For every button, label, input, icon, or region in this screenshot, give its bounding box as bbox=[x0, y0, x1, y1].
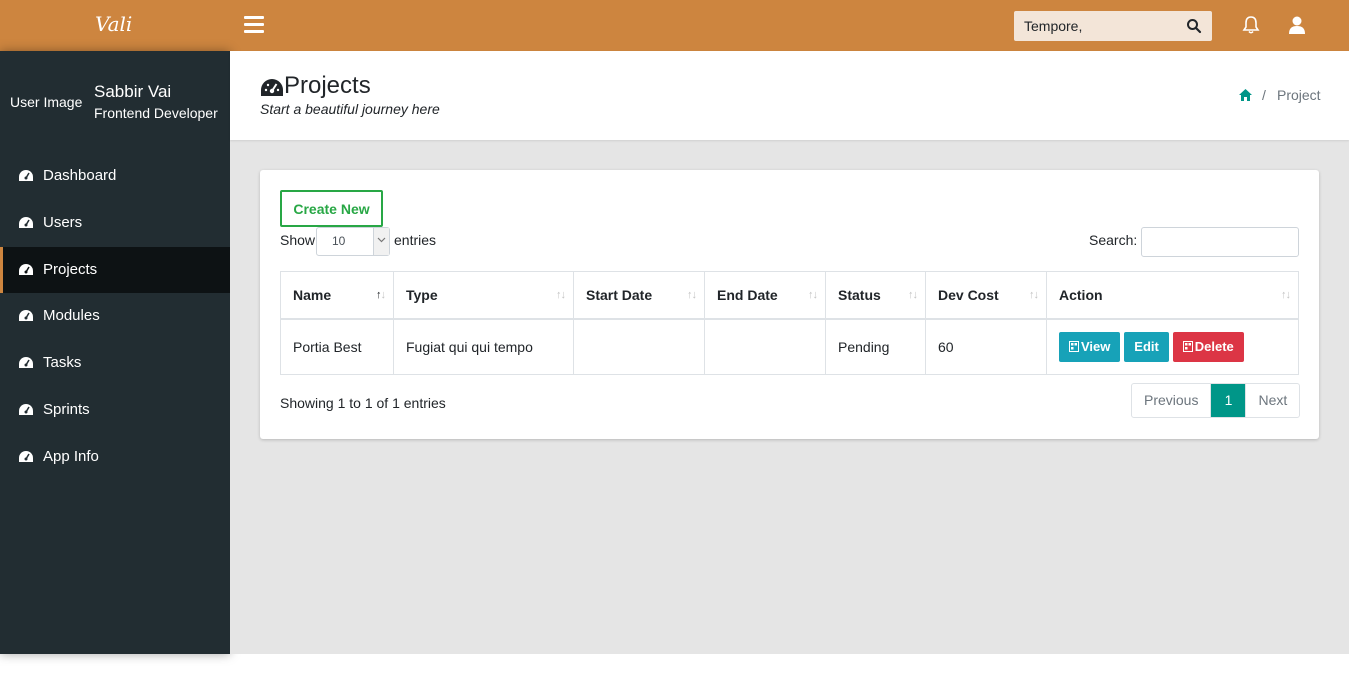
column-header-end-date[interactable]: End Date ↑↓ bbox=[704, 271, 826, 320]
previous-page-button[interactable]: Previous bbox=[1132, 384, 1212, 417]
edit-button[interactable]: Edit bbox=[1124, 331, 1169, 362]
dashboard-icon bbox=[19, 264, 33, 275]
cell-name: Portia Best bbox=[280, 318, 394, 375]
column-header-type[interactable]: Type ↑↓ bbox=[393, 271, 574, 320]
sidebar-item-label: Dashboard bbox=[43, 167, 117, 184]
page-subtitle: Start a beautiful journey here bbox=[260, 101, 440, 117]
entries-label: entries bbox=[394, 232, 437, 248]
view-button[interactable]: View bbox=[1059, 331, 1121, 362]
sidebar-user: User Image Sabbir Vai Frontend Developer bbox=[0, 51, 230, 151]
column-header-start-date[interactable]: Start Date ↑↓ bbox=[573, 271, 705, 320]
sidebar-toggle-icon[interactable] bbox=[244, 16, 264, 34]
sidebar-item-tasks[interactable]: Tasks bbox=[0, 340, 230, 386]
sort-icon: ↑↓ bbox=[1029, 289, 1039, 301]
sidebar-item-label: Projects bbox=[43, 261, 98, 278]
page-length-select[interactable]: 10 bbox=[316, 227, 390, 256]
header-search bbox=[1014, 11, 1212, 41]
sidebar: User Image Sabbir Vai Frontend Developer… bbox=[0, 51, 230, 654]
sidebar-item-label: Sprints bbox=[43, 401, 90, 418]
column-header-dev-cost[interactable]: Dev Cost ↑↓ bbox=[925, 271, 1047, 320]
cell-status: Pending bbox=[825, 318, 926, 375]
dashboard-icon bbox=[261, 79, 283, 96]
column-header-status[interactable]: Status ↑↓ bbox=[825, 271, 926, 320]
column-header-action[interactable]: Action ↑↓ bbox=[1046, 271, 1299, 320]
create-new-button[interactable]: Create New bbox=[280, 190, 383, 227]
header-search-input[interactable] bbox=[1014, 11, 1182, 41]
sidebar-item-modules[interactable]: Modules bbox=[0, 293, 230, 339]
show-label: Show bbox=[280, 232, 316, 248]
sidebar-item-app-info[interactable]: App Info bbox=[0, 434, 230, 480]
sort-icon: ↑↓ bbox=[376, 289, 386, 301]
search-icon[interactable] bbox=[1186, 18, 1202, 34]
cell-start-date bbox=[573, 318, 705, 375]
sidebar-item-label: Tasks bbox=[43, 354, 82, 371]
bell-icon[interactable] bbox=[1241, 15, 1261, 35]
sort-icon: ↑↓ bbox=[808, 289, 818, 301]
pagination: Previous 1 Next bbox=[1131, 383, 1301, 418]
user-role: Frontend Developer bbox=[94, 105, 218, 121]
table-search-input[interactable] bbox=[1141, 227, 1299, 257]
sidebar-item-users[interactable]: Users bbox=[0, 200, 230, 246]
avatar: User Image bbox=[10, 94, 83, 110]
app-header: Vali bbox=[0, 0, 1349, 51]
home-icon[interactable] bbox=[1238, 88, 1253, 102]
dashboard-icon bbox=[19, 451, 33, 462]
cell-end-date bbox=[704, 318, 826, 375]
dashboard-icon bbox=[19, 404, 33, 415]
user-icon[interactable] bbox=[1288, 15, 1306, 35]
main-content: Projects Start a beautiful journey here … bbox=[230, 51, 1349, 654]
user-name: Sabbir Vai bbox=[94, 82, 172, 101]
cell-dev-cost: 60 bbox=[925, 318, 1047, 375]
sidebar-item-label: Modules bbox=[43, 307, 100, 324]
sidebar-item-label: Users bbox=[43, 214, 83, 231]
view-icon bbox=[1069, 340, 1079, 352]
dashboard-icon bbox=[19, 217, 33, 228]
cell-type: Fugiat qui qui tempo bbox=[393, 318, 574, 375]
page-length-value: 10 bbox=[332, 234, 346, 248]
table-info: Showing 1 to 1 of 1 entries bbox=[280, 395, 446, 411]
delete-button[interactable]: Delete bbox=[1172, 331, 1244, 362]
sidebar-item-projects[interactable]: Projects bbox=[0, 247, 230, 293]
breadcrumb-current: Project bbox=[1277, 87, 1321, 103]
cell-action: View Edit Delete bbox=[1046, 318, 1299, 375]
dashboard-icon bbox=[19, 170, 33, 181]
sort-icon: ↑↓ bbox=[687, 289, 697, 301]
projects-table: Name ↑↓ Type ↑↓ Start Date ↑↓ End Date ↑↓ St… bbox=[280, 271, 1299, 375]
page-header: Projects Start a beautiful journey here … bbox=[230, 51, 1349, 140]
table-header-row: Name ↑↓ Type ↑↓ Start Date ↑↓ End Date ↑↓ St… bbox=[280, 271, 1299, 320]
table-row: Portia Best Fugiat qui qui tempo Pending… bbox=[280, 318, 1299, 375]
sidebar-item-label: App Info bbox=[43, 448, 99, 465]
page-button-1[interactable]: 1 bbox=[1211, 384, 1246, 417]
sort-icon: ↑↓ bbox=[556, 289, 566, 301]
page-title: Projects bbox=[284, 72, 371, 99]
sidebar-item-sprints[interactable]: Sprints bbox=[0, 387, 230, 433]
next-page-button[interactable]: Next bbox=[1245, 384, 1299, 417]
delete-icon bbox=[1182, 340, 1193, 352]
column-header-name[interactable]: Name ↑↓ bbox=[280, 271, 394, 320]
dashboard-icon bbox=[19, 310, 33, 321]
sort-icon: ↑↓ bbox=[908, 289, 918, 301]
chevron-down-icon bbox=[373, 228, 389, 255]
projects-tile: Create New Show 10 entries Search: Name ↑… bbox=[260, 170, 1319, 439]
dashboard-icon bbox=[19, 357, 33, 368]
search-label: Search: bbox=[1089, 232, 1138, 248]
app-logo[interactable]: Vali bbox=[95, 12, 132, 36]
sidebar-item-dashboard[interactable]: Dashboard bbox=[0, 153, 230, 199]
sort-icon: ↑↓ bbox=[1281, 289, 1291, 301]
breadcrumb-separator: / bbox=[1262, 87, 1266, 103]
